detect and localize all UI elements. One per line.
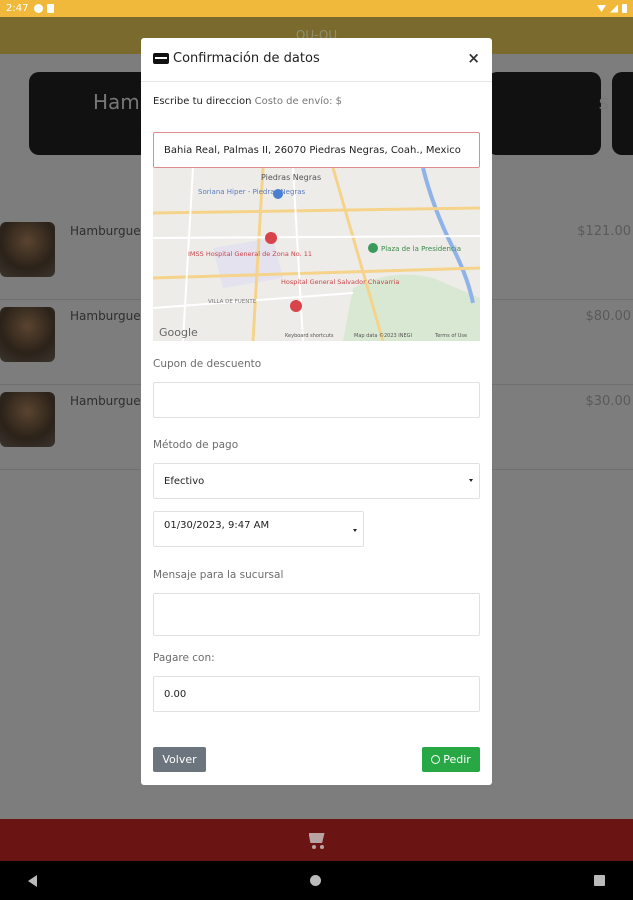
- cart-bar[interactable]: [0, 819, 633, 861]
- recents-nav-icon[interactable]: [594, 875, 605, 886]
- datetime-picker[interactable]: 01/30/2023, 9:47 AM: [153, 511, 364, 547]
- confirmation-modal: Confirmación de datos × Escribe tu direc…: [141, 38, 492, 785]
- shipping-cost-label: Costo de envío: $: [254, 96, 343, 107]
- pay-with-input[interactable]: [153, 676, 480, 712]
- payment-method-select[interactable]: Efectivo: [153, 463, 480, 499]
- map-label-soriana: Soriana Hiper - Piedras Negras: [198, 188, 306, 196]
- shop-marker-icon[interactable]: [273, 189, 283, 199]
- status-bar: 2:47: [0, 0, 633, 17]
- category-card[interactable]: s: [487, 72, 609, 155]
- pay-with-label: Pagare con:: [153, 652, 215, 664]
- park-marker-icon[interactable]: [368, 243, 378, 253]
- product-price: $30.00: [585, 394, 632, 409]
- category-label: Ham: [93, 90, 140, 114]
- map-label-piedras-negras: Piedras Negras: [261, 173, 321, 182]
- cart-icon[interactable]: [306, 831, 328, 849]
- order-button[interactable]: Pedir: [422, 747, 480, 772]
- battery-icon: [622, 4, 627, 13]
- caret-down-icon: [469, 479, 473, 482]
- whatsapp-icon: [431, 755, 441, 764]
- close-button[interactable]: ×: [467, 49, 480, 67]
- status-time: 2:47: [6, 3, 29, 14]
- order-button-label: Pedir: [443, 753, 471, 766]
- product-name: Hamburgue: [70, 224, 141, 238]
- payment-method-value: Efectivo: [164, 475, 205, 487]
- back-button[interactable]: Volver: [153, 747, 206, 772]
- map-label-imss: IMSS Hospital General de Zona No. 11: [188, 250, 312, 258]
- modal-header: Confirmación de datos ×: [141, 38, 492, 82]
- address-input[interactable]: [153, 132, 480, 168]
- map-data-credit: Map data ©2023 INEGI: [354, 332, 412, 339]
- map-label-hospital: Hospital General Salvador Chavarria: [281, 278, 399, 286]
- google-logo: Google: [159, 326, 198, 339]
- address-label: Escribe tu direccion Costo de envío: $: [153, 96, 342, 107]
- datetime-value: 01/30/2023, 9:47 AM: [164, 520, 270, 531]
- message-label: Mensaje para la sucursal: [153, 569, 284, 581]
- category-card[interactable]: [612, 72, 633, 155]
- coupon-input[interactable]: [153, 382, 480, 418]
- hospital-marker-icon[interactable]: [265, 232, 277, 244]
- map-terms-link[interactable]: Terms of Use: [434, 333, 467, 339]
- category-label: s: [598, 90, 609, 114]
- map-keyboard-shortcuts[interactable]: Keyboard shortcuts: [285, 333, 334, 339]
- modal-title-text: Confirmación de datos: [173, 51, 320, 66]
- product-name: Hamburgue: [70, 394, 141, 408]
- address-label-text: Escribe tu direccion: [153, 96, 252, 107]
- product-price: $121.00: [577, 224, 631, 239]
- system-nav-bar: [0, 861, 633, 900]
- location-map[interactable]: Piedras Negras Soriana Hiper - Piedras N…: [153, 168, 480, 341]
- home-nav-icon[interactable]: [310, 875, 321, 886]
- notification-icon: [34, 4, 44, 13]
- back-nav-icon[interactable]: [28, 874, 37, 887]
- signal-icon: [610, 4, 618, 13]
- credit-card-icon: [153, 53, 169, 64]
- product-image: [0, 307, 55, 362]
- wifi-icon: [597, 5, 606, 12]
- storage-icon: [47, 4, 55, 13]
- product-price: $80.00: [585, 309, 632, 324]
- caret-down-icon: [353, 529, 357, 532]
- coupon-label: Cupon de descuento: [153, 358, 262, 370]
- map-label-plaza: Plaza de la Presidencia: [381, 245, 461, 253]
- message-input[interactable]: [153, 593, 480, 636]
- modal-title: Confirmación de datos: [153, 51, 320, 66]
- map-label-villa: VILLA DE FUENTE: [208, 299, 257, 305]
- product-image: [0, 222, 55, 277]
- hospital-marker-icon[interactable]: [290, 300, 302, 312]
- product-image: [0, 392, 55, 447]
- product-name: Hamburgue: [70, 309, 141, 323]
- payment-method-label: Método de pago: [153, 439, 239, 451]
